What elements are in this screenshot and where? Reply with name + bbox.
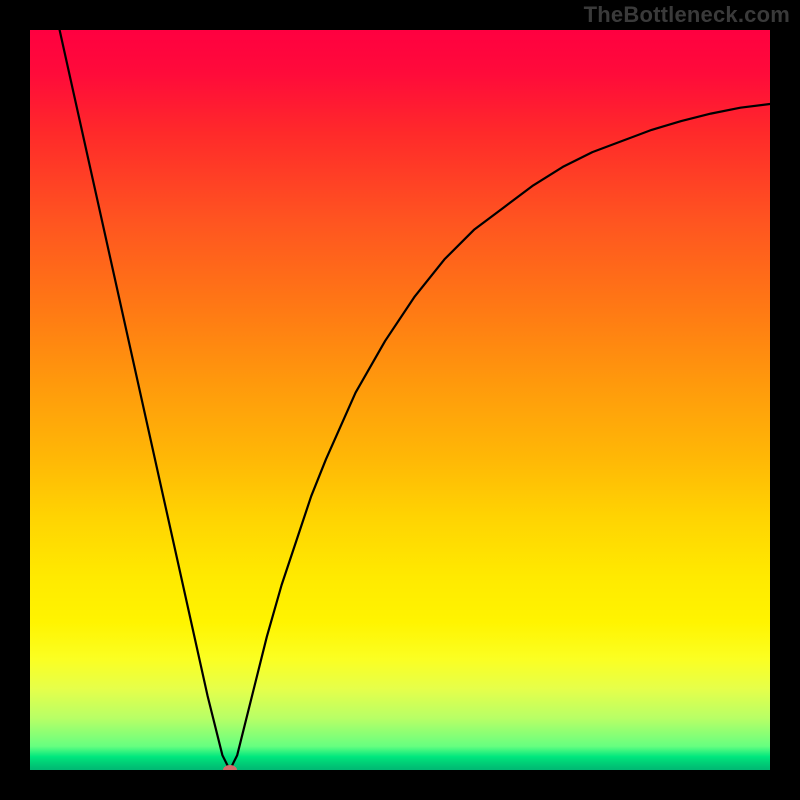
watermark-text: TheBottleneck.com [584, 2, 790, 28]
plot-area [30, 30, 770, 770]
optimal-point-marker [223, 765, 237, 770]
curve-path [60, 30, 770, 770]
chart-frame: TheBottleneck.com [0, 0, 800, 800]
bottleneck-curve [30, 30, 770, 770]
